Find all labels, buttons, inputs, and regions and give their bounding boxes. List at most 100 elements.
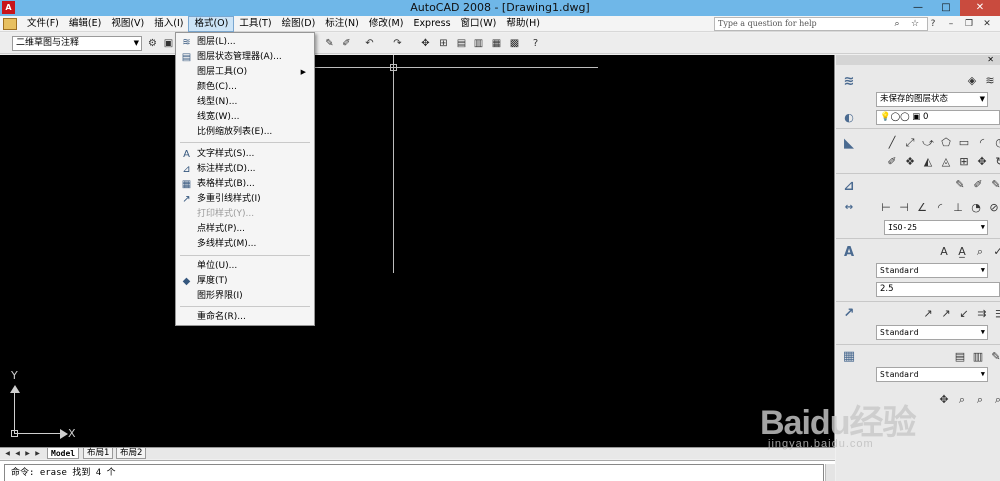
menu-modify[interactable]: 修改(M) xyxy=(364,16,409,32)
table-panel-icon[interactable]: ▦ xyxy=(840,348,858,366)
format-menu-dim-style[interactable]: ⊿ 标注样式(D)... xyxy=(176,162,314,177)
construction-line-icon[interactable]: ⤢ xyxy=(902,135,918,151)
block-icon[interactable]: ❖ xyxy=(902,154,918,170)
doc-minimize-icon[interactable]: – xyxy=(944,17,958,31)
format-menu-lineweight[interactable]: 线宽(W)... xyxy=(176,110,314,125)
menu-help[interactable]: 帮助(H) xyxy=(501,16,545,32)
redo-icon[interactable]: ↷ xyxy=(390,36,405,51)
mleader-remove-icon[interactable]: ↙ xyxy=(956,306,972,322)
format-menu-table-style[interactable]: ▦ 表格样式(B)... xyxy=(176,177,314,192)
command-history[interactable]: 命令: erase 找到 4 个 xyxy=(4,464,824,481)
star-icon[interactable]: ☆ xyxy=(908,17,922,31)
polyline-icon[interactable]: ⤻ xyxy=(920,135,936,151)
dim-arc-icon[interactable]: ◜ xyxy=(932,200,948,216)
search-icon[interactable]: ⌕ xyxy=(890,17,904,31)
tab-next-button[interactable]: ▶ xyxy=(23,449,32,458)
multiline-text-icon[interactable]: A xyxy=(936,244,952,260)
table-insert-icon[interactable]: ▤ xyxy=(952,349,968,365)
tab-layout1[interactable]: 布局1 xyxy=(83,448,114,459)
dim-update-icon[interactable]: ✐ xyxy=(970,177,986,193)
maximize-button[interactable]: □ xyxy=(932,0,960,16)
help-toolbar-icon[interactable]: ? xyxy=(528,36,543,51)
text-style-select[interactable]: Standard ▼ xyxy=(876,263,988,278)
dim-angular-icon[interactable]: ∠ xyxy=(914,200,930,216)
layer-select[interactable]: 💡◯◯ ▣ 0 xyxy=(876,110,1000,125)
rotate-icon[interactable]: ↻ xyxy=(992,154,1000,170)
table-style-icon[interactable]: ▥ xyxy=(970,349,986,365)
dim-aligned-icon[interactable]: ⊣ xyxy=(896,200,912,216)
layer-state-icon[interactable]: ◈ xyxy=(964,73,980,89)
calculator-icon[interactable]: ▩ xyxy=(507,36,522,51)
layers-panel-icon[interactable]: ≋ xyxy=(840,73,858,91)
layer-state-select[interactable]: 未保存的图层状态 ▼ xyxy=(876,92,988,107)
hatch-icon[interactable]: ◭ xyxy=(920,154,936,170)
command-scrollbar[interactable] xyxy=(825,464,835,481)
format-menu-mleader-style[interactable]: ↗ 多重引线样式(I) xyxy=(176,192,314,207)
draw-panel-icon[interactable]: ◣ xyxy=(840,135,858,153)
array-icon[interactable]: ⊞ xyxy=(956,154,972,170)
dim-override-icon[interactable]: ✎ xyxy=(988,177,1000,193)
format-menu-thickness[interactable]: ◆ 厚度(T) xyxy=(176,274,314,289)
save-icon[interactable]: ▣ xyxy=(161,36,176,51)
zoom-previous-icon[interactable]: ⌕ xyxy=(972,392,988,408)
polygon-icon[interactable]: ⬠ xyxy=(938,135,954,151)
spell-check-icon[interactable]: ✓ xyxy=(990,244,1000,260)
mleader-icon[interactable]: ↗ xyxy=(920,306,936,322)
tab-prev-button[interactable]: ◀ xyxy=(13,449,22,458)
undo-icon[interactable]: ↶ xyxy=(362,36,377,51)
dashboard-close-button[interactable]: ✕ xyxy=(987,55,994,65)
tool-palettes-icon[interactable]: ▦ xyxy=(489,36,504,51)
format-menu-layer-state[interactable]: ▤ 图层状态管理器(A)... xyxy=(176,50,314,65)
layer-manager-icon[interactable]: ≋ xyxy=(982,73,998,89)
mleader-collect-icon[interactable]: ⇶ xyxy=(992,306,1000,322)
pan-icon[interactable]: ✥ xyxy=(418,36,433,51)
drawing-canvas[interactable]: Y X xyxy=(0,55,835,447)
find-text-icon[interactable]: ⌕ xyxy=(972,244,988,260)
circle-icon[interactable]: ◷ xyxy=(992,135,1000,151)
dimension-panel-icon[interactable]: ⊿ xyxy=(840,178,858,196)
menu-insert[interactable]: 插入(I) xyxy=(149,16,188,32)
menu-express[interactable]: Express xyxy=(408,16,455,32)
table-style-select[interactable]: Standard ▼ xyxy=(876,367,988,382)
single-line-text-icon[interactable]: A̲ xyxy=(954,244,970,260)
tab-model[interactable]: Model xyxy=(47,448,80,459)
format-menu-layer[interactable]: ≋ 图层(L)... xyxy=(176,35,314,50)
format-menu-color[interactable]: 颜色(C)... xyxy=(176,80,314,95)
text-height-select[interactable]: 2.5 xyxy=(876,282,1000,297)
mleader-style-select[interactable]: Standard ▼ xyxy=(876,325,988,340)
workspace-select[interactable]: 二维草图与注释 ▼ xyxy=(12,36,142,51)
spline-icon[interactable]: ✐ xyxy=(884,154,900,170)
layer-tools-icon[interactable]: ◐ xyxy=(840,109,858,127)
menu-tools[interactable]: 工具(T) xyxy=(234,16,276,32)
move-icon[interactable]: ✥ xyxy=(974,154,990,170)
dim-style-select[interactable]: ISO-25 ▼ xyxy=(884,220,988,235)
minimize-button[interactable]: — xyxy=(904,0,932,16)
arc-icon[interactable]: ◜ xyxy=(974,135,990,151)
tab-last-button[interactable]: ▶ xyxy=(33,449,42,458)
properties-icon[interactable]: ▤ xyxy=(454,36,469,51)
menu-file[interactable]: 文件(F) xyxy=(22,16,64,32)
menu-format[interactable]: 格式(O) xyxy=(188,16,235,32)
menu-view[interactable]: 视图(V) xyxy=(106,16,149,32)
zoom-window-icon[interactable]: ⊞ xyxy=(436,36,451,51)
tab-layout2[interactable]: 布局2 xyxy=(116,448,147,459)
match-properties-icon[interactable]: ✎ xyxy=(322,36,337,51)
dim-edit-icon[interactable]: ✎ xyxy=(952,177,968,193)
mleader-align-icon[interactable]: ⇉ xyxy=(974,306,990,322)
dim-diameter-icon[interactable]: ⊘ xyxy=(986,200,1000,216)
region-icon[interactable]: ◬ xyxy=(938,154,954,170)
mleader-panel-icon[interactable]: ↗ xyxy=(840,305,858,323)
text-panel-icon[interactable]: A xyxy=(840,244,858,262)
menu-window[interactable]: 窗口(W) xyxy=(456,16,502,32)
tab-first-button[interactable]: ◀ xyxy=(3,449,12,458)
format-menu-linetype[interactable]: 线型(N)... xyxy=(176,95,314,110)
close-button[interactable]: ✕ xyxy=(960,0,1000,16)
mleader-add-icon[interactable]: ↗ xyxy=(938,306,954,322)
design-center-icon[interactable]: ▥ xyxy=(471,36,486,51)
doc-restore-icon[interactable]: ❐ xyxy=(962,17,976,31)
doc-close-icon[interactable]: ✕ xyxy=(980,17,994,31)
menu-dimension[interactable]: 标注(N) xyxy=(320,16,364,32)
format-menu-point-style[interactable]: 点样式(P)... xyxy=(176,222,314,237)
dim-radius-icon[interactable]: ◔ xyxy=(968,200,984,216)
format-menu-layer-tools[interactable]: 图层工具(O) ▶ xyxy=(176,65,314,80)
